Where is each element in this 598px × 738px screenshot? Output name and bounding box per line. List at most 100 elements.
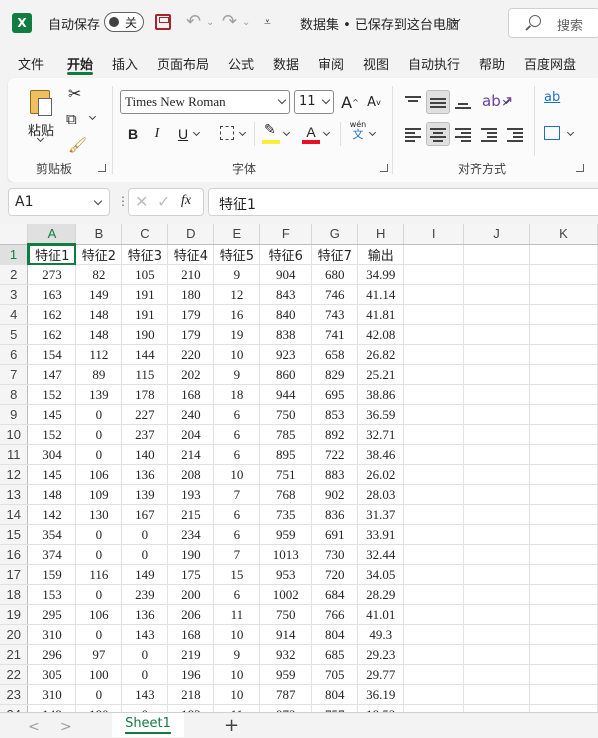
row-header[interactable]: 22	[0, 664, 29, 685]
cell[interactable]: 109	[75, 484, 123, 505]
cell[interactable]: 34.99	[357, 264, 405, 285]
cell[interactable]: 29.23	[357, 644, 405, 665]
cell[interactable]	[403, 424, 465, 445]
font-size-select[interactable]: 11	[294, 90, 334, 114]
phonetic-dropdown-icon[interactable]	[368, 128, 377, 137]
row-header[interactable]: 8	[0, 384, 29, 405]
cell[interactable]: 953	[259, 564, 313, 585]
cell[interactable]: 180	[167, 284, 215, 305]
cell[interactable]: 0	[75, 424, 123, 445]
cell[interactable]: 220	[167, 344, 215, 365]
cell[interactable]: 691	[311, 524, 359, 545]
cell[interactable]	[403, 244, 465, 265]
cell[interactable]	[529, 464, 598, 485]
cell[interactable]: 840	[259, 304, 313, 325]
cell[interactable]: 148	[75, 324, 123, 345]
cell[interactable]: 136	[121, 464, 169, 485]
cut-icon[interactable]: ✂	[68, 84, 81, 103]
cell[interactable]: 1002	[259, 584, 313, 605]
cell[interactable]: 49.3	[357, 624, 405, 645]
row-header[interactable]: 20	[0, 624, 29, 645]
cell[interactable]: 722	[311, 444, 359, 465]
cell[interactable]: 18	[213, 384, 261, 405]
column-header-j[interactable]: J	[463, 224, 530, 245]
cell[interactable]: 147	[27, 364, 77, 385]
cell[interactable]: 680	[311, 264, 359, 285]
tab-review[interactable]: 审阅	[318, 54, 344, 73]
cell[interactable]: 191	[121, 304, 169, 325]
cell[interactable]: 750	[259, 404, 313, 425]
cell[interactable]	[403, 444, 465, 465]
cell[interactable]	[529, 384, 598, 405]
formula-input[interactable]: 特征1	[208, 188, 598, 216]
insert-function-icon[interactable]: fx	[181, 193, 191, 209]
cell[interactable]: 输出	[357, 244, 405, 265]
sheet-tab-sheet1[interactable]: Sheet1	[112, 713, 184, 737]
tab-page-layout[interactable]: 页面布局	[157, 54, 209, 73]
cell[interactable]: 148	[75, 304, 123, 325]
cell[interactable]: 0	[75, 524, 123, 545]
cell[interactable]	[529, 704, 598, 712]
cell[interactable]	[403, 364, 465, 385]
cell[interactable]: 12	[213, 284, 261, 305]
cell[interactable]	[463, 444, 530, 465]
redo-dropdown-icon[interactable]: ⌄	[242, 17, 250, 28]
cell[interactable]	[403, 524, 465, 545]
fill-color-icon[interactable]: ✎	[264, 122, 276, 138]
cell[interactable]: 特征5	[213, 244, 261, 265]
cell[interactable]: 178	[121, 384, 169, 405]
cell[interactable]: 0	[75, 624, 123, 645]
row-header[interactable]: 18	[0, 584, 29, 605]
cell[interactable]: 234	[167, 524, 215, 545]
cell[interactable]: 210	[167, 264, 215, 285]
cell[interactable]: 32.71	[357, 424, 405, 445]
cell[interactable]: 152	[27, 424, 77, 445]
font-color-dropdown-icon[interactable]	[322, 128, 331, 137]
cell[interactable]: 237	[121, 424, 169, 445]
column-header-k[interactable]: K	[529, 224, 598, 245]
select-all-corner[interactable]	[0, 224, 29, 245]
cell[interactable]: 214	[167, 444, 215, 465]
cell[interactable]: 0	[121, 704, 169, 712]
shrink-font-button[interactable]: Av	[364, 90, 384, 114]
cell[interactable]	[529, 304, 598, 325]
tab-home[interactable]: 开始	[67, 54, 93, 73]
cell[interactable]	[403, 464, 465, 485]
row-header[interactable]: 3	[0, 284, 29, 305]
cell[interactable]: 136	[121, 604, 169, 625]
cell[interactable]: 28.29	[357, 584, 405, 605]
enter-icon[interactable]: ✓	[157, 192, 170, 211]
cell[interactable]: 838	[259, 324, 313, 345]
cell[interactable]: 883	[311, 464, 359, 485]
cell[interactable]	[463, 604, 530, 625]
cell[interactable]: 148	[27, 484, 77, 505]
row-header[interactable]: 21	[0, 644, 29, 665]
cell[interactable]	[529, 484, 598, 505]
align-right-button[interactable]	[452, 122, 474, 146]
cell[interactable]: 18.52	[357, 704, 405, 712]
cell[interactable]: 902	[311, 484, 359, 505]
cell[interactable]: 705	[311, 664, 359, 685]
decrease-indent-button[interactable]	[478, 122, 500, 146]
row-header[interactable]: 16	[0, 544, 29, 565]
search-box[interactable]: 搜索	[508, 8, 598, 38]
cell[interactable]: 730	[311, 544, 359, 565]
cell[interactable]	[529, 644, 598, 665]
cell[interactable]	[403, 564, 465, 585]
cell[interactable]	[403, 284, 465, 305]
align-bottom-button[interactable]	[452, 90, 474, 114]
cell[interactable]: 932	[259, 644, 313, 665]
cell[interactable]	[463, 424, 530, 445]
cell[interactable]: 140	[121, 444, 169, 465]
cell[interactable]: 944	[259, 384, 313, 405]
align-top-button[interactable]	[402, 90, 424, 114]
column-header-e[interactable]: E	[213, 224, 261, 245]
cell[interactable]: 240	[167, 404, 215, 425]
align-center-button[interactable]	[426, 122, 450, 146]
cell[interactable]	[529, 664, 598, 685]
cell[interactable]: 179	[167, 304, 215, 325]
cell[interactable]: 196	[167, 664, 215, 685]
cell[interactable]: 38.46	[357, 444, 405, 465]
cell[interactable]: 41.81	[357, 304, 405, 325]
cell[interactable]: 149	[121, 564, 169, 585]
